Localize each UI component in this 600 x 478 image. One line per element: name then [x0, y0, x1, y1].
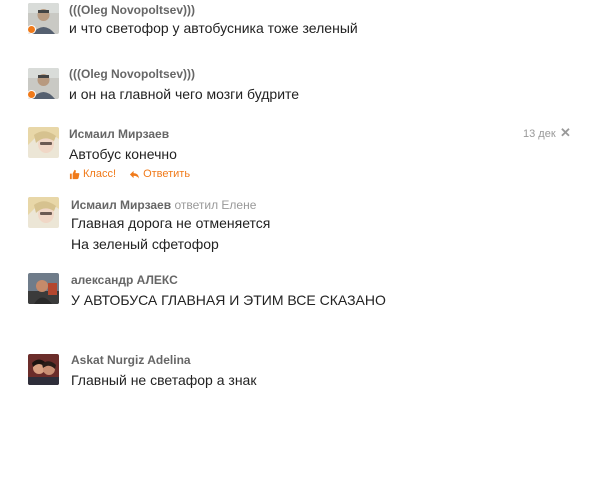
reply-note[interactable]: ответил Елене — [174, 198, 256, 212]
comment-date: 13 дек — [523, 128, 556, 140]
comment-actions: Класс! Ответить — [69, 168, 200, 183]
comment-author[interactable]: александр АЛЕКС — [71, 273, 178, 287]
reply-arrow-icon — [129, 170, 140, 179]
avatar[interactable] — [28, 197, 59, 228]
comment-author[interactable]: (((Oleg Novopoltsev))) — [69, 3, 195, 17]
online-status-dot — [27, 90, 36, 99]
reply-label: Ответить — [143, 168, 191, 180]
comment-author-name[interactable]: Исмаил Мирзаев — [71, 198, 171, 212]
comment-text: и что светофор у автобусника тоже зелены… — [69, 20, 358, 36]
comment-text: На зеленый сфетофор — [71, 236, 219, 252]
comment-text: У АВТОБУСА ГЛАВНАЯ И ЭТИМ ВСЕ СКАЗАНО — [71, 292, 386, 308]
like-label: Класс! — [83, 168, 116, 180]
online-status-dot — [27, 25, 36, 34]
avatar[interactable] — [28, 354, 59, 385]
comment-author[interactable]: (((Oleg Novopoltsev))) — [69, 67, 195, 81]
comment-text: Главный не светафор а знак — [71, 372, 257, 388]
comment-author[interactable]: Исмаил Мирзаев — [69, 127, 169, 141]
close-icon[interactable]: ✕ — [560, 125, 571, 141]
avatar[interactable] — [28, 127, 59, 158]
reply-button[interactable]: Ответить — [129, 168, 190, 180]
comment-text: и он на главной чего мозги будрите — [69, 86, 300, 102]
comment-author[interactable]: Askat Nurgiz Adelina — [71, 353, 191, 367]
thumbs-up-icon — [69, 169, 80, 179]
comment-author: Исмаил Мирзаев ответил Елене — [71, 198, 256, 212]
comment-text: Главная дорога не отменяется — [71, 215, 271, 231]
like-button[interactable]: Класс! — [69, 168, 116, 180]
comment-text: Автобус конечно — [69, 146, 177, 162]
avatar[interactable] — [28, 273, 59, 304]
